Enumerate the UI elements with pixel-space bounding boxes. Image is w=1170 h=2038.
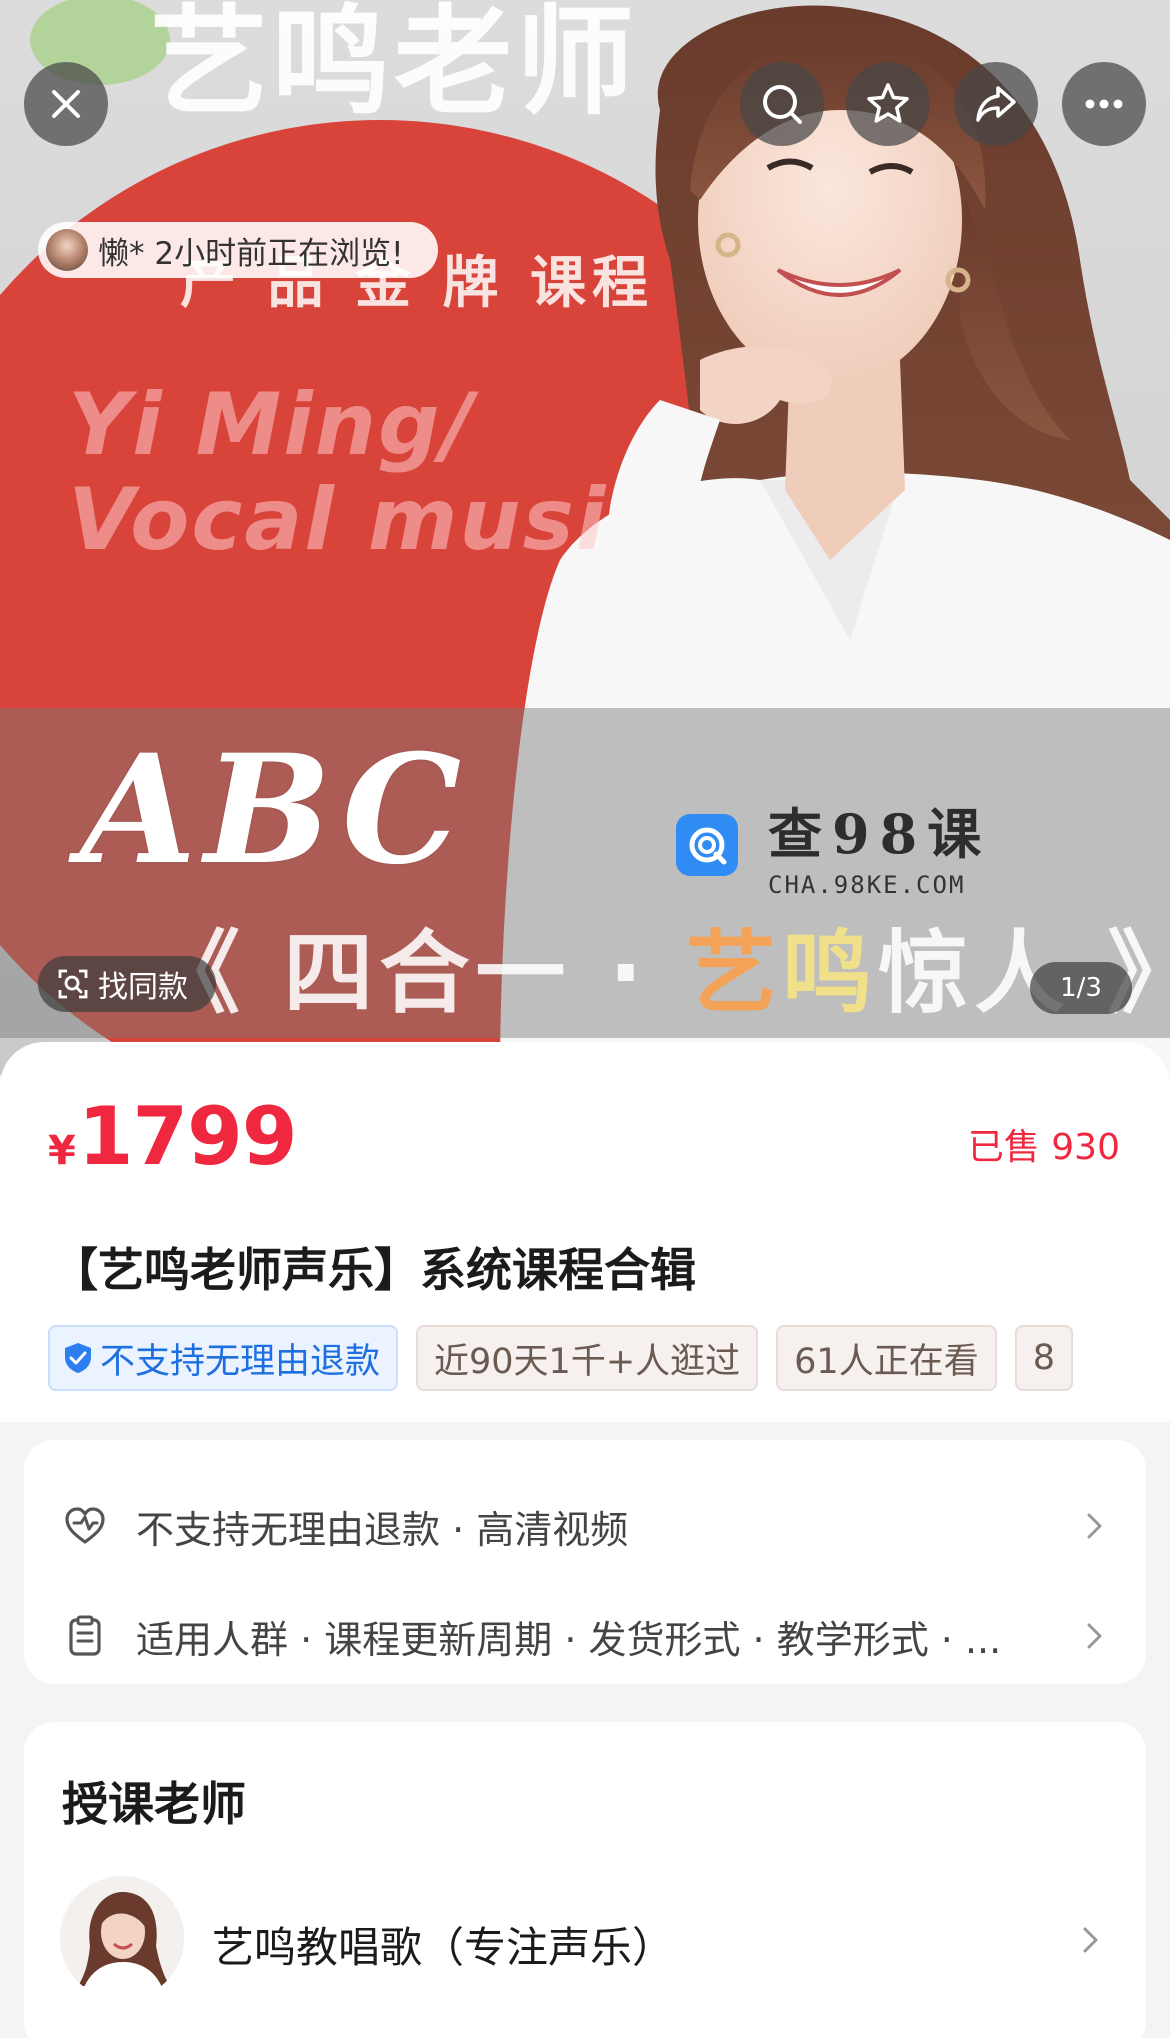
heart-guarantee-icon — [65, 1507, 105, 1544]
teacher-card: 授课老师 艺鸣教唱歌（专注声乐） — [24, 1722, 1146, 2038]
chevron-right-icon[interactable] — [1072, 1922, 1108, 1958]
price-value: 1799 — [77, 1090, 298, 1183]
tag-label: 不支持无理由退款 — [100, 1341, 381, 1382]
sold-count: 已售 930 — [967, 1127, 1120, 1168]
share-icon — [976, 86, 1016, 122]
favorite-button[interactable] — [846, 62, 930, 146]
tag-watching-now: 61人正在看 — [776, 1325, 997, 1391]
viewer-avatar — [46, 229, 88, 271]
slogan-hot-1: 艺 — [686, 921, 783, 1026]
chevron-right-icon — [1087, 1623, 1102, 1649]
service-guarantee-row[interactable]: 不支持无理由退款 · 高清视频 — [62, 1496, 1112, 1556]
tag-truncated: 8 — [1014, 1325, 1073, 1391]
find-similar-button[interactable]: 找同款 — [38, 956, 216, 1012]
product-image-carousel[interactable]: 艺鸣老师 产 品 金 牌 课程 Yi Ming/ Vocal musi ABC … — [0, 0, 1170, 1075]
service-info-card: 不支持无理由退款 · 高清视频 适用人群 · 课程更新周期 · 发货形式 · 教… — [24, 1440, 1146, 1684]
watermark-logo-icon — [676, 813, 738, 876]
clipboard-icon — [69, 1615, 101, 1656]
search-button[interactable] — [740, 62, 824, 146]
teacher-avatar[interactable] — [60, 1876, 184, 2000]
product-tags: 不支持无理由退款 近90天1千+人逛过 61人正在看 8 — [48, 1325, 1122, 1391]
find-similar-label: 找同款 — [98, 970, 188, 1005]
star-icon — [867, 83, 909, 123]
tag-label: 8 — [1032, 1338, 1055, 1378]
tag-label: 61人正在看 — [794, 1341, 979, 1382]
more-icon — [1085, 99, 1123, 109]
tag-views-90-days: 近90天1千+人逛过 — [416, 1325, 759, 1391]
poster-slogan: 《 四合一 · 艺鸣惊人 》 — [150, 900, 1170, 1030]
poster-en-line-2: Vocal musi — [68, 470, 608, 570]
shield-icon — [65, 1343, 91, 1373]
poster-en-line-1: Yi Ming/ — [68, 375, 475, 475]
viewer-text: 懒* 2小时前正在浏览! — [98, 235, 404, 272]
watermark: 查98课 CHA.98KE.COM — [676, 790, 991, 899]
teacher-photo — [60, 1876, 184, 2000]
price: ¥ 1799 — [48, 1090, 297, 1183]
image-page-indicator: 1/3 — [1030, 962, 1132, 1014]
product-info-card: ¥ 1799 已售 930 【艺鸣老师声乐】系统课程合辑 不支持无理由退款 近9… — [0, 1042, 1170, 1422]
service-guarantee-text: 不支持无理由退款 · 高清视频 — [136, 1507, 629, 1552]
close-icon — [52, 90, 80, 118]
search-icon — [763, 85, 802, 124]
currency-symbol: ¥ — [48, 1128, 76, 1174]
tag-label: 近90天1千+人逛过 — [434, 1341, 741, 1382]
poster-title: 艺鸣老师 — [150, 0, 639, 131]
tag-refund-policy[interactable]: 不支持无理由退款 — [48, 1325, 399, 1391]
watermark-title: 查98课 — [768, 802, 992, 866]
share-button[interactable] — [954, 62, 1038, 146]
image-search-icon — [58, 969, 88, 999]
course-params-row[interactable]: 适用人群 · 课程更新周期 · 发货形式 · 教学形式 · ... — [62, 1606, 1112, 1666]
poster-abc: ABC — [80, 722, 470, 898]
slogan-hot-2: 鸣 — [782, 921, 879, 1026]
more-button[interactable] — [1062, 62, 1146, 146]
slogan-prefix: 《 四合一 · — [150, 921, 687, 1026]
course-params-text: 适用人群 · 课程更新周期 · 发货形式 · 教学形式 · ... — [136, 1617, 1002, 1662]
product-title: 【艺鸣老师声乐】系统课程合辑 — [52, 1243, 696, 1297]
teacher-section-heading: 授课老师 — [62, 1777, 246, 1831]
recent-viewer-notice: 懒* 2小时前正在浏览! — [38, 222, 438, 278]
watermark-url: CHA.98KE.COM — [768, 871, 966, 899]
chevron-right-icon — [1087, 1513, 1102, 1539]
teacher-name[interactable]: 艺鸣教唱歌（专注声乐） — [212, 1914, 674, 1975]
close-button[interactable] — [24, 62, 108, 146]
